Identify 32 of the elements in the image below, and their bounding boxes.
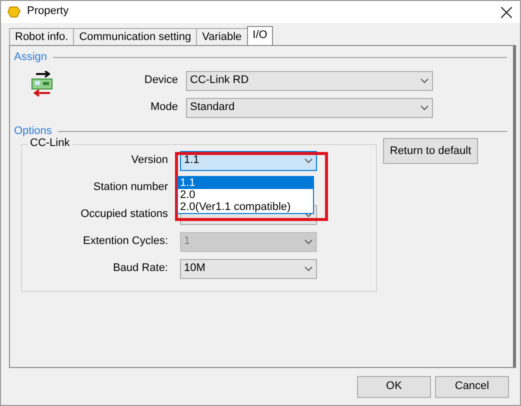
field-label: Version	[130, 154, 169, 168]
caret-icon	[304, 266, 313, 272]
dropdown-option[interactable]: 2.0(Ver1.1 compatible)	[178, 201, 313, 213]
caret-icon	[304, 212, 313, 218]
field-label: Occupied stations	[80, 208, 169, 222]
dropdown-option[interactable]: 1.1	[178, 177, 313, 189]
section-label: Options	[14, 125, 52, 138]
window-title: Property	[27, 5, 69, 18]
tab[interactable]: I/O	[246, 26, 274, 45]
dropdown-field[interactable]: Standard	[186, 98, 433, 118]
field-label: Extention Cycles:	[82, 235, 169, 248]
dropdown-field[interactable]: 10M	[180, 258, 317, 279]
field-label: Station number	[92, 181, 169, 194]
app-icon	[7, 6, 21, 18]
caret-icon	[304, 158, 313, 164]
dialog-button[interactable]: Cancel	[435, 376, 509, 398]
io-board-icon	[30, 71, 54, 98]
section-label: Assign	[14, 51, 48, 64]
tab[interactable]: Communication setting	[73, 28, 198, 45]
return-to-default-button[interactable]: Return to default	[383, 138, 478, 164]
caret-icon	[420, 78, 429, 84]
tab[interactable]: Robot info.	[9, 28, 74, 45]
field-label: Device	[143, 74, 179, 88]
dropdown-option[interactable]: 2.0	[178, 189, 313, 201]
dropdown-field[interactable]: CC-Link RD	[186, 70, 433, 91]
caret-icon	[420, 104, 429, 111]
field-label: Baud Rate:	[112, 262, 169, 276]
dialog-button[interactable]: OK	[357, 376, 431, 398]
caret-icon	[304, 238, 313, 245]
dropdown-list[interactable]: 1.1 2.0 2.0(Ver1.1 compatible)	[177, 176, 314, 214]
close-icon[interactable]	[501, 6, 512, 18]
field-label: Mode	[149, 101, 179, 114]
